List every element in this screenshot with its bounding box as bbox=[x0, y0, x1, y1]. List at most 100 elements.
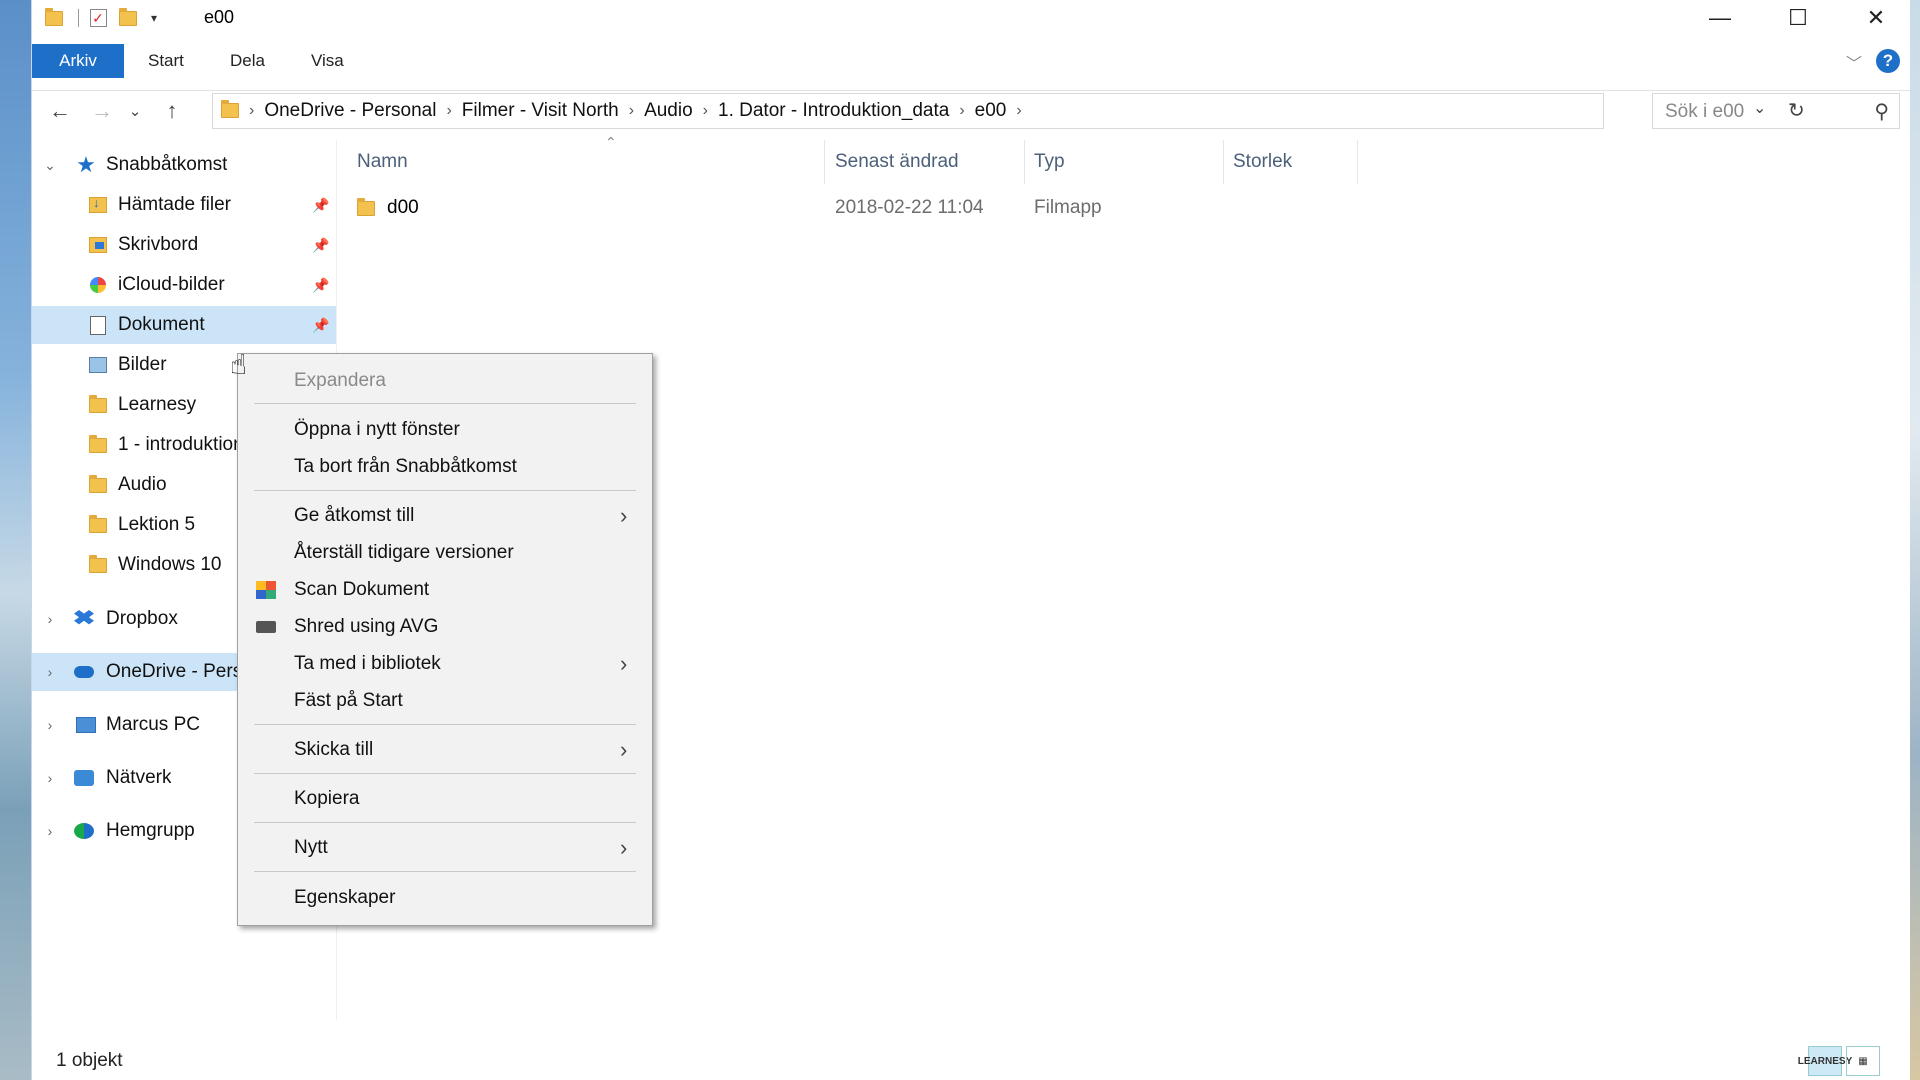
menu-separator bbox=[254, 403, 636, 404]
column-divider[interactable] bbox=[824, 140, 825, 184]
search-input[interactable]: Sök i e00 ⚲ bbox=[1652, 93, 1900, 129]
up-arrow-icon[interactable]: ↑ bbox=[152, 97, 192, 125]
menu-item-skicka-till[interactable]: Skicka till › bbox=[238, 732, 652, 768]
menu-label: Återställ tidigare versioner bbox=[294, 542, 514, 563]
tab-start[interactable]: Start bbox=[148, 44, 184, 78]
menu-item-ge-atkomst-till[interactable]: Ge åtkomst till › bbox=[238, 498, 652, 534]
nav-label: Hämtade filer bbox=[118, 194, 231, 215]
search-placeholder: Sök i e00 bbox=[1665, 101, 1745, 122]
maximize-button[interactable]: ☐ bbox=[1760, 0, 1836, 36]
pin-icon[interactable]: 📌 bbox=[312, 237, 329, 254]
nav-item-skrivbord[interactable]: Skrivbord 📌 bbox=[32, 226, 336, 264]
forward-arrow-icon[interactable]: → bbox=[82, 97, 122, 125]
view-toggle-group: LEARNESY ▦ bbox=[1798, 1046, 1880, 1076]
breadcrumb-filmer[interactable]: Filmer - Visit North bbox=[462, 100, 619, 122]
menu-item-egenskaper[interactable]: Egenskaper bbox=[238, 880, 652, 916]
menu-label: Öppna i nytt fönster bbox=[294, 419, 460, 440]
back-arrow-icon[interactable]: ← bbox=[40, 97, 80, 125]
address-bar[interactable]: › OneDrive - Personal › Filmer - Visit N… bbox=[212, 93, 1805, 129]
nav-item-hamtade-filer[interactable]: Hämtade filer 📌 bbox=[32, 186, 336, 224]
menu-separator bbox=[254, 871, 636, 872]
chevron-right-icon[interactable]: › bbox=[42, 611, 58, 627]
column-divider[interactable] bbox=[1357, 140, 1358, 184]
menu-item-ta-med-i-bibliotek[interactable]: Ta med i bibliotek › bbox=[238, 646, 652, 682]
status-bar: 1 objekt ✔ LEARNESY ▦ bbox=[32, 1040, 1910, 1080]
menu-item-aterstall-versioner[interactable]: Återställ tidigare versioner bbox=[238, 535, 652, 571]
close-button[interactable]: ✕ bbox=[1838, 0, 1914, 36]
chevron-right-icon[interactable]: › bbox=[42, 770, 58, 786]
large-icons-view-button[interactable]: ▦ bbox=[1846, 1046, 1880, 1076]
nav-item-icloud-bilder[interactable]: iCloud-bilder 📌 bbox=[32, 266, 336, 304]
chevron-right-icon[interactable]: › bbox=[42, 717, 58, 733]
column-header-modified[interactable]: Senast ändrad bbox=[835, 140, 959, 184]
help-icon[interactable]: ? bbox=[1876, 49, 1900, 73]
quick-access-dropdown[interactable]: ▾ bbox=[142, 7, 166, 29]
menu-separator bbox=[254, 724, 636, 725]
minimize-button[interactable]: — bbox=[1682, 0, 1758, 36]
column-divider[interactable] bbox=[1024, 140, 1025, 184]
navigation-row: ← → ⌄ ↑ › OneDrive - Personal › Filmer -… bbox=[32, 90, 1910, 131]
menu-item-expandera[interactable]: Expandera bbox=[238, 363, 652, 399]
network-icon bbox=[74, 769, 94, 787]
nav-label: Snabbåtkomst bbox=[106, 154, 228, 175]
column-header-name[interactable]: Namn bbox=[357, 140, 408, 184]
window-title: e00 bbox=[204, 7, 235, 27]
menu-item-scan-dokument[interactable]: Scan Dokument bbox=[238, 572, 652, 608]
properties-icon[interactable]: ✓ bbox=[86, 7, 110, 29]
folder-icon bbox=[88, 514, 108, 534]
computer-icon bbox=[76, 716, 96, 734]
chevron-right-icon[interactable]: › bbox=[249, 102, 254, 120]
breadcrumb-audio[interactable]: Audio bbox=[644, 100, 693, 122]
chevron-right-icon[interactable]: › bbox=[42, 823, 58, 839]
pin-icon[interactable]: 📌 bbox=[312, 277, 329, 294]
context-menu: Expandera Öppna i nytt fönster Ta bort f… bbox=[237, 353, 653, 926]
menu-separator bbox=[254, 822, 636, 823]
chevron-right-icon[interactable]: › bbox=[1016, 102, 1021, 120]
menu-label: Nytt bbox=[294, 837, 328, 858]
column-header-size[interactable]: Storlek bbox=[1233, 140, 1292, 184]
chevron-down-icon: ▾ bbox=[150, 11, 158, 25]
folder-icon bbox=[88, 474, 108, 494]
chevron-down-icon[interactable]: ⌄ bbox=[42, 157, 58, 174]
table-row[interactable]: d00 bbox=[357, 190, 817, 226]
tab-dela[interactable]: Dela bbox=[230, 44, 265, 78]
breadcrumb-dator[interactable]: 1. Dator - Introduktion_data bbox=[718, 100, 949, 122]
pin-icon[interactable]: 📌 bbox=[312, 317, 329, 334]
tab-visa[interactable]: Visa bbox=[311, 44, 344, 78]
menu-item-shred-avg[interactable]: Shred using AVG bbox=[238, 609, 652, 645]
menu-item-ta-bort-snabbatkomst[interactable]: Ta bort från Snabbåtkomst bbox=[238, 449, 652, 485]
menu-item-oppna-nytt-fonster[interactable]: Öppna i nytt fönster bbox=[238, 412, 652, 448]
chevron-right-icon[interactable]: › bbox=[446, 102, 451, 120]
recent-locations-chevron-icon[interactable]: ⌄ bbox=[120, 97, 150, 125]
column-divider[interactable] bbox=[1223, 140, 1224, 184]
chevron-right-icon[interactable]: › bbox=[42, 664, 58, 680]
menu-separator bbox=[254, 773, 636, 774]
documents-folder-icon bbox=[88, 315, 108, 335]
nav-label: Skrivbord bbox=[118, 234, 199, 255]
nav-label: Dokument bbox=[118, 314, 205, 335]
menu-item-fast-pa-start[interactable]: Fäst på Start bbox=[238, 683, 652, 719]
tab-arkiv[interactable]: Arkiv bbox=[32, 44, 124, 78]
nav-label: OneDrive - Personal bbox=[106, 661, 240, 682]
nav-quick-access[interactable]: ⌄ ★ Snabbåtkomst bbox=[32, 146, 336, 184]
column-header-type[interactable]: Typ bbox=[1034, 140, 1065, 184]
menu-item-kopiera[interactable]: Kopiera bbox=[238, 781, 652, 817]
sort-ascending-icon: ⌃ bbox=[605, 134, 617, 150]
breadcrumb-e00[interactable]: e00 bbox=[975, 100, 1007, 122]
breadcrumb: › OneDrive - Personal › Filmer - Visit N… bbox=[213, 94, 1032, 128]
breadcrumb-onedrive[interactable]: OneDrive - Personal bbox=[264, 100, 436, 122]
chevron-right-icon[interactable]: › bbox=[629, 102, 634, 120]
menu-label: Ta med i bibliotek bbox=[294, 653, 441, 674]
ribbon-tabs: Arkiv Start Dela Visa ﹀ ? bbox=[32, 44, 1910, 78]
nav-label: iCloud-bilder bbox=[118, 274, 225, 295]
chevron-right-icon[interactable]: › bbox=[703, 102, 708, 120]
expand-ribbon-chevron-icon[interactable]: ﹀ bbox=[1846, 50, 1862, 74]
pin-icon[interactable]: 📌 bbox=[312, 197, 329, 214]
chevron-right-icon[interactable]: › bbox=[959, 102, 964, 120]
new-folder-icon[interactable] bbox=[116, 7, 140, 29]
details-view-button[interactable]: LEARNESY bbox=[1798, 1046, 1852, 1076]
menu-item-nytt[interactable]: Nytt › bbox=[238, 830, 652, 866]
dropbox-icon bbox=[74, 610, 94, 628]
menu-separator bbox=[254, 490, 636, 491]
nav-item-dokument[interactable]: Dokument 📌 bbox=[32, 306, 336, 344]
